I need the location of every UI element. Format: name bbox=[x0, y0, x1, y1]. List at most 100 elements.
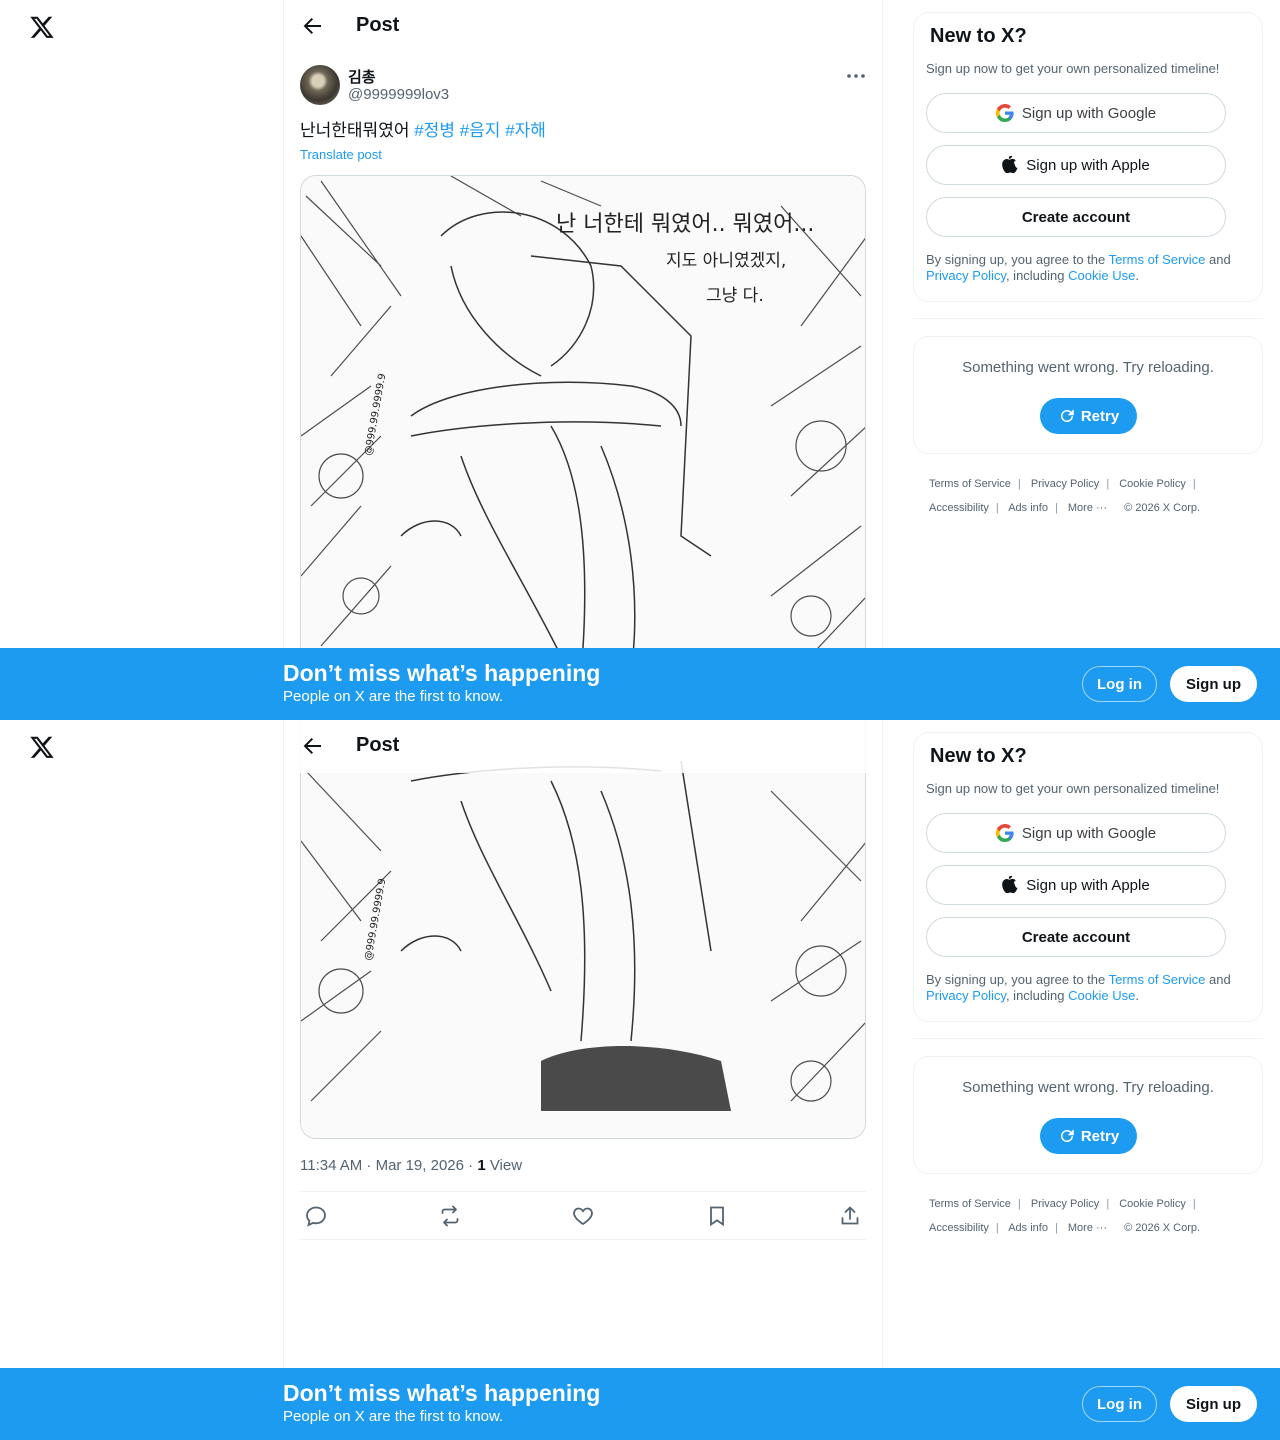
post-actions bbox=[300, 1191, 866, 1240]
privacy-link[interactable]: Privacy Policy bbox=[926, 268, 1006, 283]
apple-icon bbox=[1002, 876, 1018, 894]
sidebar-footer: Terms of Service | Privacy Policy | Cookie… bbox=[929, 478, 1201, 514]
legal-including: , including bbox=[1005, 268, 1069, 283]
cookie-use-link[interactable]: Cookie Use bbox=[1068, 988, 1135, 1003]
banner-title: Don’t miss what’s happening bbox=[283, 660, 601, 686]
bookmark-icon[interactable] bbox=[705, 1204, 729, 1228]
google-icon bbox=[995, 104, 1014, 122]
legal-and: and bbox=[1205, 252, 1231, 267]
like-icon[interactable] bbox=[571, 1204, 595, 1228]
signup-title: New to X? bbox=[930, 25, 1027, 47]
login-button[interactable]: Log in bbox=[1082, 666, 1157, 702]
sidebar-footer: Terms of Service | Privacy Policy | Cookie… bbox=[929, 1198, 1201, 1234]
copyright: © 2026 X Corp. bbox=[1124, 1222, 1201, 1234]
back-arrow-icon[interactable] bbox=[300, 14, 324, 38]
banner-subtitle: People on X are the first to know. bbox=[283, 688, 504, 705]
x-logo-icon[interactable] bbox=[29, 734, 55, 760]
footer-link[interactable]: Privacy Policy bbox=[1031, 478, 1099, 490]
signup-button[interactable]: Sign up bbox=[1170, 1386, 1257, 1422]
hashtag-link[interactable]: #정병 bbox=[414, 121, 455, 140]
reply-icon[interactable] bbox=[304, 1204, 328, 1228]
signup-button[interactable]: Sign up bbox=[1170, 666, 1257, 702]
footer-link[interactable]: Ads info bbox=[1008, 1222, 1048, 1234]
login-button[interactable]: Log in bbox=[1082, 1386, 1157, 1422]
privacy-link[interactable]: Privacy Policy bbox=[926, 988, 1006, 1003]
signup-subtitle: Sign up now to get your own personalized… bbox=[926, 61, 1220, 76]
google-signup-button[interactable]: Sign up with Google bbox=[926, 93, 1226, 133]
legal-prefix: By signing up, you agree to the bbox=[926, 252, 1109, 267]
post-timestamp[interactable]: 11:34 AM · Mar 19, 2026 · bbox=[300, 1157, 477, 1174]
legal-including: , including bbox=[1005, 988, 1069, 1003]
signup-card: New to X? Sign up now to get your own pe… bbox=[913, 732, 1263, 1022]
retry-label: Retry bbox=[1080, 407, 1120, 425]
post-text: 난너한태뭐였어 #정병 #음지 #자해 bbox=[300, 120, 546, 142]
apple-icon bbox=[1002, 156, 1018, 174]
post-illustration: @999.99.9999.9 bbox=[301, 720, 865, 1138]
terms-link[interactable]: Terms of Service bbox=[1109, 972, 1206, 987]
apple-signup-button[interactable]: Sign up with Apple bbox=[926, 145, 1226, 185]
repost-icon[interactable] bbox=[438, 1204, 462, 1228]
legal-prefix: By signing up, you agree to the bbox=[926, 972, 1109, 987]
footer-link[interactable]: Accessibility bbox=[929, 1222, 989, 1234]
footer-link[interactable]: Cookie Policy bbox=[1119, 1198, 1186, 1210]
terms-link[interactable]: Terms of Service bbox=[1109, 252, 1206, 267]
error-card: Something went wrong. Try reloading. Ret… bbox=[913, 1056, 1263, 1174]
retry-button[interactable]: Retry bbox=[1040, 398, 1137, 434]
error-card: Something went wrong. Try reloading. Ret… bbox=[913, 336, 1263, 454]
views-label: View bbox=[485, 1157, 523, 1174]
footer-link[interactable]: Accessibility bbox=[929, 502, 989, 514]
post-header: Post bbox=[284, 720, 882, 773]
more-icon[interactable] bbox=[844, 66, 868, 86]
signup-subtitle: Sign up now to get your own personalized… bbox=[926, 781, 1220, 796]
footer-link[interactable]: Ads info bbox=[1008, 502, 1048, 514]
legal-and: and bbox=[1205, 972, 1231, 987]
google-signup-button[interactable]: Sign up with Google bbox=[926, 813, 1226, 853]
banner-title: Don’t miss what’s happening bbox=[283, 1380, 601, 1406]
error-message: Something went wrong. Try reloading. bbox=[962, 1079, 1214, 1096]
page-title: Post bbox=[356, 14, 400, 36]
author-name[interactable]: 김총 bbox=[348, 66, 376, 87]
banner-subtitle: People on X are the first to know. bbox=[283, 1408, 504, 1425]
refresh-icon bbox=[1060, 409, 1074, 422]
footer-link[interactable]: Cookie Policy bbox=[1119, 478, 1186, 490]
create-account-label: Create account bbox=[1021, 208, 1131, 226]
signup-banner: Don’t miss what’s happening People on X … bbox=[0, 648, 1280, 720]
sidebar-divider bbox=[913, 318, 1263, 319]
signup-legal-text: By signing up, you agree to the Terms of… bbox=[926, 252, 1248, 284]
footer-link[interactable]: Privacy Policy bbox=[1031, 1198, 1099, 1210]
footer-link[interactable]: Terms of Service bbox=[929, 478, 1011, 490]
post-image[interactable]: 난 너한테 뭐였어.. 뭐였어... 지도 아니였겠지, 그냥 다. @999.… bbox=[300, 175, 866, 675]
footer-more-link[interactable]: More ··· bbox=[1068, 502, 1107, 514]
footer-link[interactable]: Terms of Service bbox=[929, 1198, 1011, 1210]
translate-post-link[interactable]: Translate post bbox=[300, 147, 382, 162]
post-illustration: 난 너한테 뭐였어.. 뭐였어... 지도 아니였겠지, 그냥 다. @999.… bbox=[301, 176, 865, 674]
post-image[interactable]: @999.99.9999.9 bbox=[300, 720, 866, 1139]
create-account-button[interactable]: Create account bbox=[926, 917, 1226, 957]
signup-banner: Don’t miss what’s happening People on X … bbox=[0, 1368, 1280, 1440]
back-arrow-icon[interactable] bbox=[300, 734, 324, 758]
google-signup-label: Sign up with Google bbox=[1021, 104, 1157, 122]
primary-column: @999.99.9999.9 Post 11:34 AM · Mar 19, 2… bbox=[283, 720, 883, 1440]
apple-signup-label: Sign up with Apple bbox=[1026, 156, 1150, 174]
author-handle[interactable]: @9999999lov3 bbox=[348, 86, 449, 103]
hashtag-link[interactable]: #음지 bbox=[460, 121, 501, 140]
create-account-button[interactable]: Create account bbox=[926, 197, 1226, 237]
image-caption-line1: 난 너한테 뭐였어.. 뭐였어... bbox=[556, 212, 814, 237]
footer-more-link[interactable]: More ··· bbox=[1068, 1222, 1107, 1234]
x-logo-icon[interactable] bbox=[29, 14, 55, 40]
retry-button[interactable]: Retry bbox=[1040, 1118, 1137, 1154]
sidebar-divider bbox=[913, 1038, 1263, 1039]
image-caption-line3: 그냥 다. bbox=[706, 286, 764, 306]
google-signup-label: Sign up with Google bbox=[1021, 824, 1157, 842]
page-frame-top: Post 김총 @9999999lov3 난너한태뭐였어 #정병 #음지 #자해… bbox=[0, 0, 1280, 720]
hashtag-link[interactable]: #자해 bbox=[505, 121, 546, 140]
primary-column: Post 김총 @9999999lov3 난너한태뭐였어 #정병 #음지 #자해… bbox=[283, 0, 883, 720]
share-icon[interactable] bbox=[838, 1204, 862, 1228]
apple-signup-button[interactable]: Sign up with Apple bbox=[926, 865, 1226, 905]
google-icon bbox=[995, 824, 1014, 842]
cookie-use-link[interactable]: Cookie Use bbox=[1068, 268, 1135, 283]
avatar[interactable] bbox=[300, 65, 340, 105]
post-author: 김총 @9999999lov3 bbox=[300, 64, 868, 108]
views-count: 1 bbox=[477, 1157, 486, 1174]
apple-signup-label: Sign up with Apple bbox=[1026, 876, 1150, 894]
